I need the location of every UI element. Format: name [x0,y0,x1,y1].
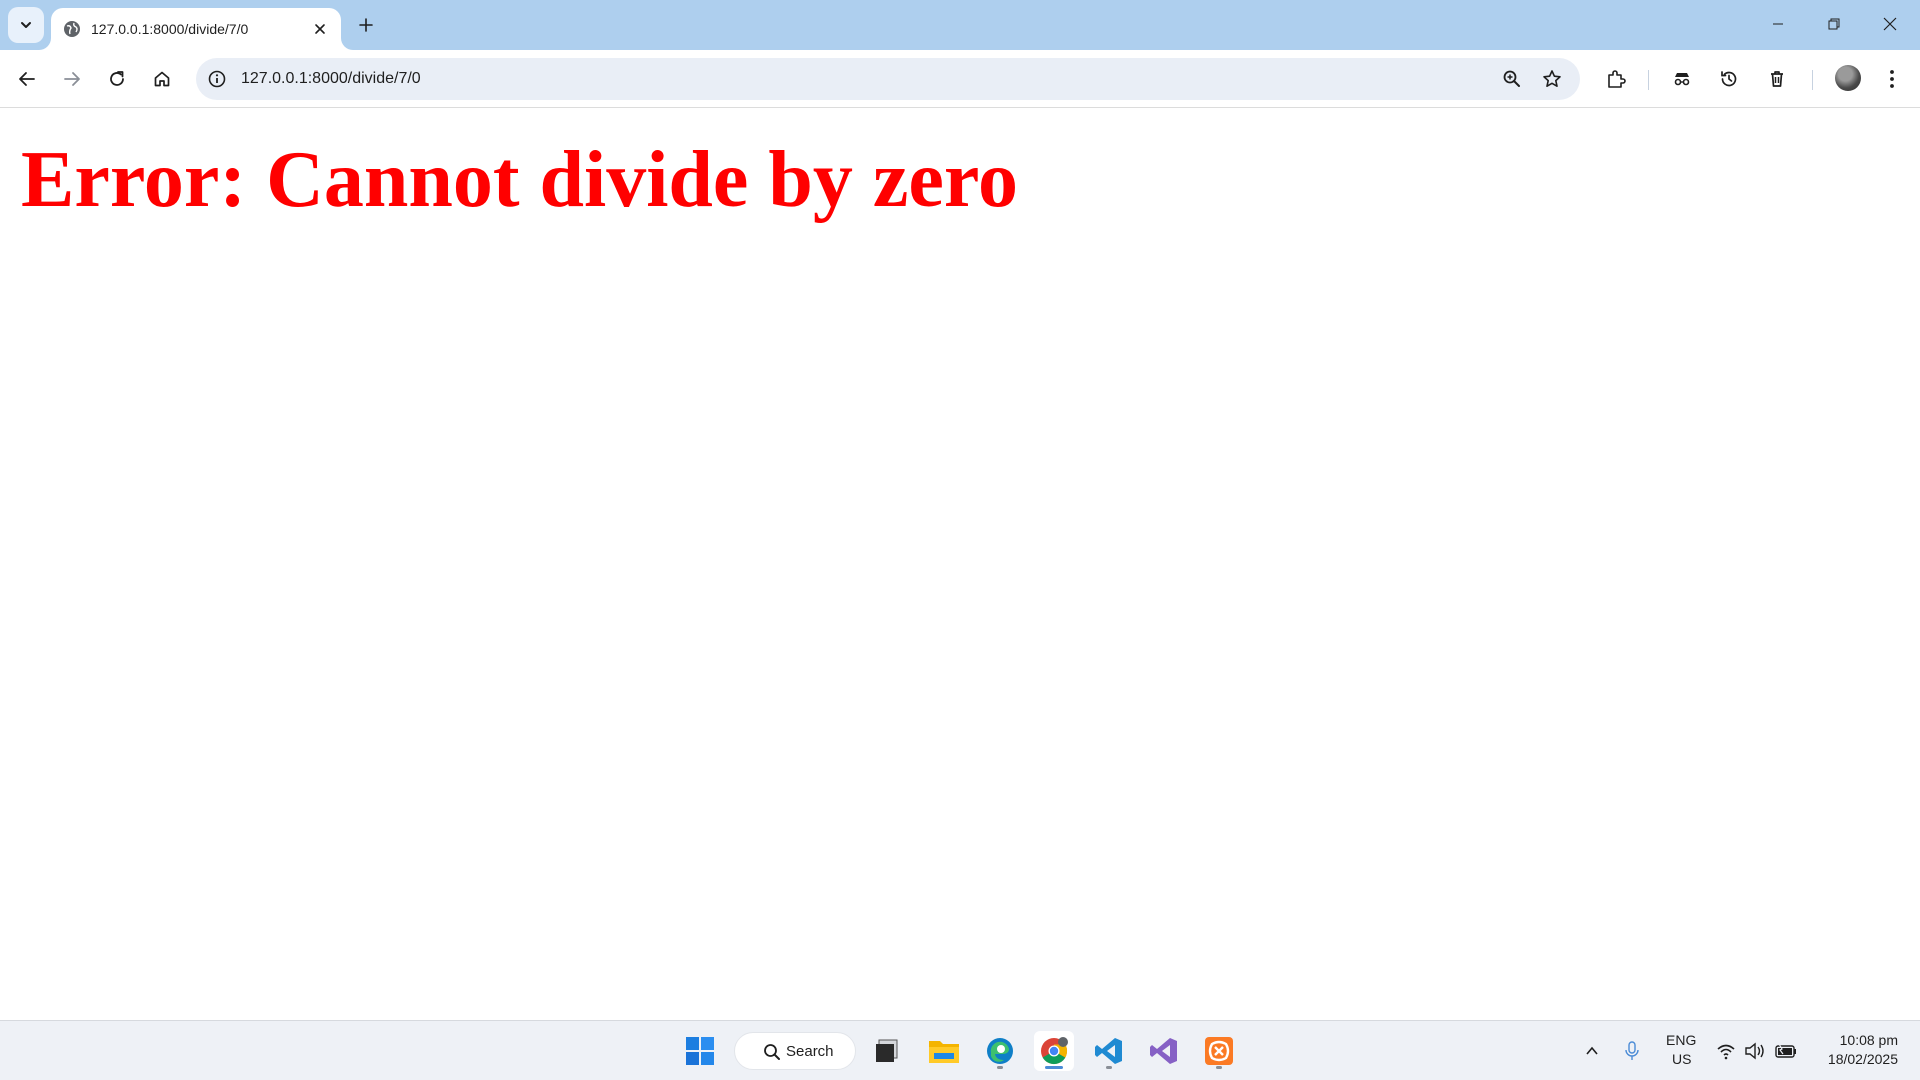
region-label: US [1672,1051,1692,1067]
forward-icon [64,72,80,86]
error-heading: Error: Cannot divide by zero [21,136,1018,224]
show-hidden-icons-button[interactable] [1572,1031,1612,1071]
taskbar: Search ENG US 10:08 pm 18/02/2025 [0,1020,1920,1080]
browser-toolbar: 127.0.0.1:8000/divide/7/0 [0,50,1920,108]
active-indicator [1045,1066,1063,1069]
language-label: ENG [1666,1032,1697,1048]
home-icon [154,71,170,87]
extensions-button[interactable] [1598,61,1634,97]
delete-browsing-data-button[interactable] [1759,61,1795,97]
edge-button[interactable] [980,1031,1020,1071]
toolbar-separator [1648,70,1649,90]
taskbar-search[interactable]: Search [734,1032,856,1070]
clock-date: 18/02/2025 [1827,1051,1898,1067]
microphone-icon [1625,1041,1639,1060]
running-indicator [997,1066,1003,1069]
bookmark-button[interactable] [1540,67,1564,91]
avatar[interactable] [1835,65,1861,91]
page-content: Error: Cannot divide by zero [0,109,1920,1020]
tab-strip: 127.0.0.1:8000/divide/7/0 [0,0,1920,50]
xampp-icon [1205,1037,1233,1065]
new-tab-button[interactable] [352,11,380,39]
vscode-button[interactable] [1089,1031,1129,1071]
windows-start-icon [686,1037,714,1065]
start-button[interactable] [680,1031,720,1071]
file-explorer-button[interactable] [924,1031,964,1071]
volume-icon [1745,1042,1764,1060]
forward-button[interactable] [54,61,90,97]
chevron-up-icon [1586,1046,1598,1055]
url-text[interactable]: 127.0.0.1:8000/divide/7/0 [241,70,421,88]
toolbar-separator [1812,70,1813,90]
chrome-button[interactable] [1034,1031,1074,1071]
visual-studio-button[interactable] [1144,1031,1184,1071]
edge-icon [987,1038,1013,1064]
reload-icon [110,71,124,86]
close-window-button[interactable] [1862,0,1918,48]
delete-icon [1771,71,1783,87]
back-icon [19,72,35,86]
vscode-icon [1095,1038,1122,1064]
reload-button[interactable] [99,61,135,97]
minimize-button[interactable] [1750,0,1806,48]
address-bar[interactable]: 127.0.0.1:8000/divide/7/0 [196,58,1580,100]
bookmark-star-icon [1543,70,1561,87]
globe-icon [64,21,80,37]
site-info-button[interactable] [206,68,228,90]
xampp-button[interactable] [1199,1031,1239,1071]
zoom-button[interactable] [1500,67,1524,91]
quick-settings-button[interactable] [1712,1035,1802,1067]
microphone-button[interactable] [1612,1031,1652,1071]
restore-button[interactable] [1806,0,1862,48]
extensions-icon [1608,70,1626,88]
menu-button[interactable] [1874,61,1910,97]
plus-icon [359,18,373,32]
tab-close-button[interactable] [309,18,331,40]
running-indicator [1216,1066,1222,1069]
zoom-icon [1503,70,1520,87]
restore-icon [1828,18,1840,30]
history-button[interactable] [1711,61,1747,97]
info-icon [208,70,226,88]
clock-time: 10:08 pm [1839,1032,1898,1048]
incognito-icon [1674,73,1690,86]
menu-icon [1890,70,1894,88]
battery-icon [1775,1043,1796,1058]
close-icon [315,24,325,34]
search-label: Search [786,1043,834,1060]
file-explorer-icon [929,1041,959,1063]
tab-title: 127.0.0.1:8000/divide/7/0 [91,21,249,37]
task-view-button[interactable] [867,1031,907,1071]
back-button[interactable] [9,61,45,97]
chevron-down-icon [21,22,31,28]
minimize-icon [1773,23,1783,25]
home-button[interactable] [144,61,180,97]
wifi-icon [1717,1044,1735,1060]
active-tab[interactable]: 127.0.0.1:8000/divide/7/0 [51,8,341,50]
close-icon [1883,17,1897,31]
visual-studio-icon [1150,1038,1177,1064]
incognito-button[interactable] [1664,61,1700,97]
history-icon [1721,71,1737,87]
running-indicator [1106,1066,1112,1069]
search-icon [764,1044,780,1060]
chrome-icon [1041,1037,1068,1065]
task-view-icon [876,1039,898,1062]
clock[interactable]: 10:08 pm 18/02/2025 [1810,1031,1910,1071]
language-indicator[interactable]: ENG US [1658,1031,1702,1071]
